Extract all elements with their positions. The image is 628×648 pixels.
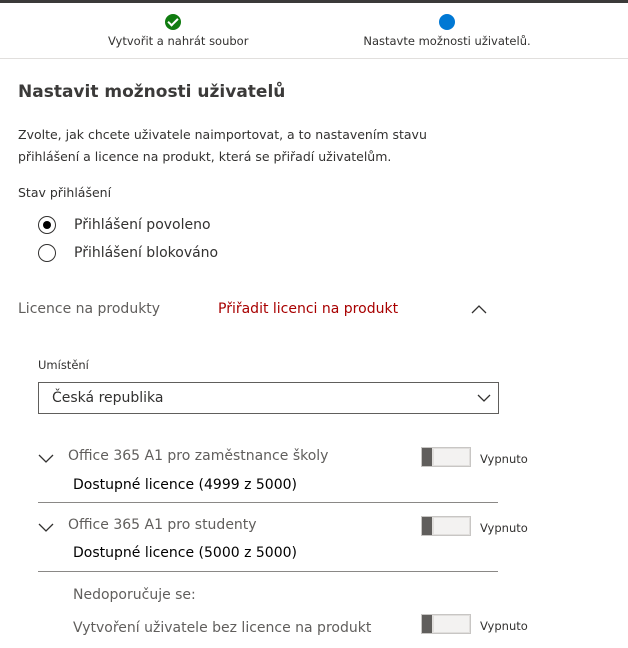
page-title: Nastavit možnosti uživatelů [18,82,286,102]
toggle-knob [422,517,432,535]
toggle-student-license[interactable] [421,516,471,536]
radio-signin-blocked[interactable]: Přihlášení blokováno [38,244,218,262]
current-step-icon [439,14,455,30]
radio-unselected-icon [38,244,56,262]
location-dropdown[interactable]: Česká republika [38,382,499,414]
page-description: Zvolte, jak chcete uživatele naimportova… [18,127,427,164]
toggle-track [434,616,469,632]
chevron-up-icon[interactable] [470,300,488,318]
step-label: Nastavte možnosti uživatelů. [363,34,531,48]
toggle-state-label: Vypnuto [480,521,528,535]
signin-status-label: Stav přihlášení [18,185,112,200]
chevron-down-icon[interactable] [38,450,54,466]
chevron-down-icon [477,394,491,402]
radio-label: Přihlášení povoleno [74,217,211,233]
progress-stepper: Vytvořit a nahrát soubor Nastavte možnos… [0,3,628,59]
toggle-track [434,518,469,534]
location-label: Umístění [38,358,89,372]
toggle-no-license[interactable] [421,614,471,634]
product-licenses-label: Licence na produkty [18,301,161,317]
not-recommended-label: Nedoporučuje se: [73,587,196,603]
toggle-staff-license[interactable] [421,447,471,467]
step-label: Vytvořit a nahrát soubor [108,34,249,48]
available-licenses: Dostupné licence (5000 z 5000) [73,545,297,561]
chevron-down-icon[interactable] [38,519,54,535]
available-licenses: Dostupné licence (4999 z 5000) [73,477,297,493]
toggle-state-label: Vypnuto [480,452,528,466]
step-create-upload: Vytvořit a nahrát soubor [108,3,249,48]
checkmark-icon [165,14,181,30]
divider [38,502,498,503]
product-name: Office 365 A1 pro zaměstnance školy [68,448,329,464]
divider [38,571,498,572]
assign-license-link[interactable]: Přiřadit licenci na produkt [218,301,398,317]
toggle-track [434,449,469,465]
product-name: Office 365 A1 pro studenty [68,517,257,533]
step-user-options: Nastavte možnosti uživatelů. [362,3,532,48]
radio-signin-allowed[interactable]: Přihlášení povoleno [38,216,211,234]
radio-selected-icon [38,216,56,234]
radio-label: Přihlášení blokováno [74,245,219,261]
toggle-knob [422,448,432,466]
location-value: Česká republika [52,390,164,406]
toggle-knob [422,615,432,633]
no-license-option-label: Vytvoření uživatele bez licence na produ… [73,620,372,636]
toggle-state-label: Vypnuto [480,619,528,633]
